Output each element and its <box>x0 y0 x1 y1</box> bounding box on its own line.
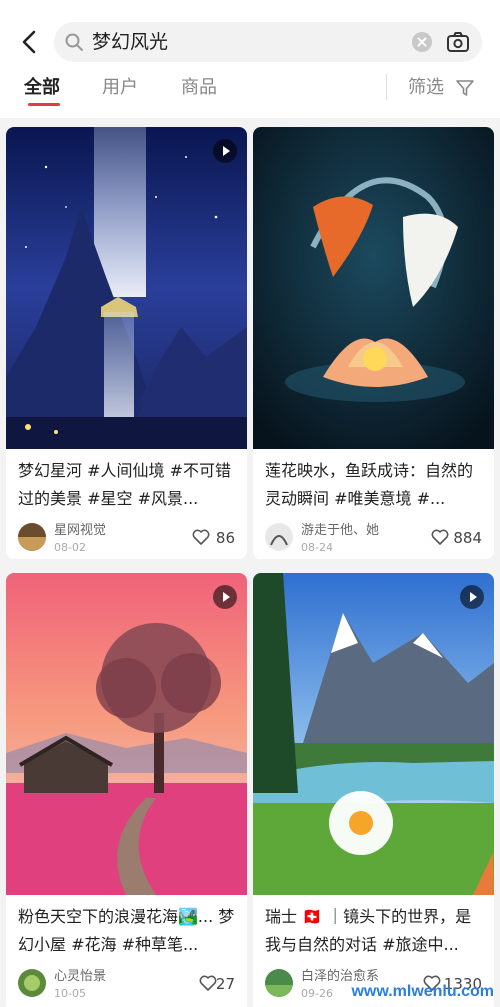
card-title: 梦幻星河 #人间仙境 #不可错过的美景 #星空 #风景... <box>18 461 231 508</box>
card-image <box>6 573 247 895</box>
card-image <box>6 127 247 449</box>
feed-card[interactable]: 瑞士 🇨🇭 ｜镜头下的世界，是我与自然的对话 #旅途中... 白泽的治愈系 09… <box>253 573 494 1007</box>
avatar[interactable] <box>18 969 46 997</box>
avatar[interactable] <box>265 969 293 997</box>
like-count: 27 <box>215 975 235 993</box>
video-icon <box>460 585 484 609</box>
chevron-left-icon <box>22 30 36 54</box>
clear-icon[interactable] <box>412 32 432 52</box>
watermark: www.mlwenlu.com <box>351 983 494 1000</box>
top-bar: 梦幻风光 全部 用户 商品 筛选 <box>0 0 500 118</box>
tab-users[interactable]: 用户 <box>102 76 138 100</box>
heart-icon[interactable] <box>199 975 217 991</box>
card-title: 粉色天空下的浪漫花海🏞️... 梦幻小屋 #花海 #种草笔... <box>18 907 235 954</box>
video-icon <box>213 139 237 163</box>
search-input[interactable]: 梦幻风光 <box>92 30 168 54</box>
filter-icon[interactable] <box>455 78 475 98</box>
like-count: 884 <box>453 529 482 547</box>
feed-card[interactable]: 梦幻星河 #人间仙境 #不可错过的美景 #星空 #风景... 星网视觉 08-0… <box>6 127 247 559</box>
feed-card[interactable]: 粉色天空下的浪漫花海🏞️... 梦幻小屋 #花海 #种草笔... 心灵怡景 10… <box>6 573 247 1007</box>
video-icon <box>213 585 237 609</box>
camera-icon[interactable] <box>446 31 470 53</box>
post-date: 10-05 <box>54 987 86 1000</box>
card-title: 瑞士 🇨🇭 ｜镜头下的世界，是我与自然的对话 #旅途中... <box>265 907 472 954</box>
card-title: 莲花映水，鱼跃成诗：自然的灵动瞬间 #唯美意境 #... <box>265 461 474 508</box>
author-name[interactable]: 心灵怡景 <box>54 969 106 985</box>
heart-icon[interactable] <box>431 529 449 545</box>
active-tab-indicator <box>28 103 60 106</box>
avatar[interactable] <box>18 523 46 551</box>
post-date: 08-24 <box>301 541 333 554</box>
search-bar[interactable]: 梦幻风光 <box>54 22 482 62</box>
search-icon <box>65 33 83 51</box>
like-count: 86 <box>215 529 235 547</box>
author-name[interactable]: 星网视觉 <box>54 523 106 539</box>
post-date: 09-26 <box>301 987 333 1000</box>
avatar[interactable] <box>265 523 293 551</box>
back-button[interactable] <box>14 26 46 58</box>
post-date: 08-02 <box>54 541 86 554</box>
tab-all[interactable]: 全部 <box>24 76 60 100</box>
filter-button[interactable]: 筛选 <box>408 76 444 100</box>
author-name[interactable]: 游走于他、她 <box>301 523 379 539</box>
card-image <box>253 127 494 449</box>
card-image <box>253 573 494 895</box>
feed-card[interactable]: 莲花映水，鱼跃成诗：自然的灵动瞬间 #唯美意境 #... 游走于他、她 08-2… <box>253 127 494 559</box>
tab-products[interactable]: 商品 <box>181 76 217 100</box>
divider <box>386 74 387 100</box>
heart-icon[interactable] <box>192 529 210 545</box>
